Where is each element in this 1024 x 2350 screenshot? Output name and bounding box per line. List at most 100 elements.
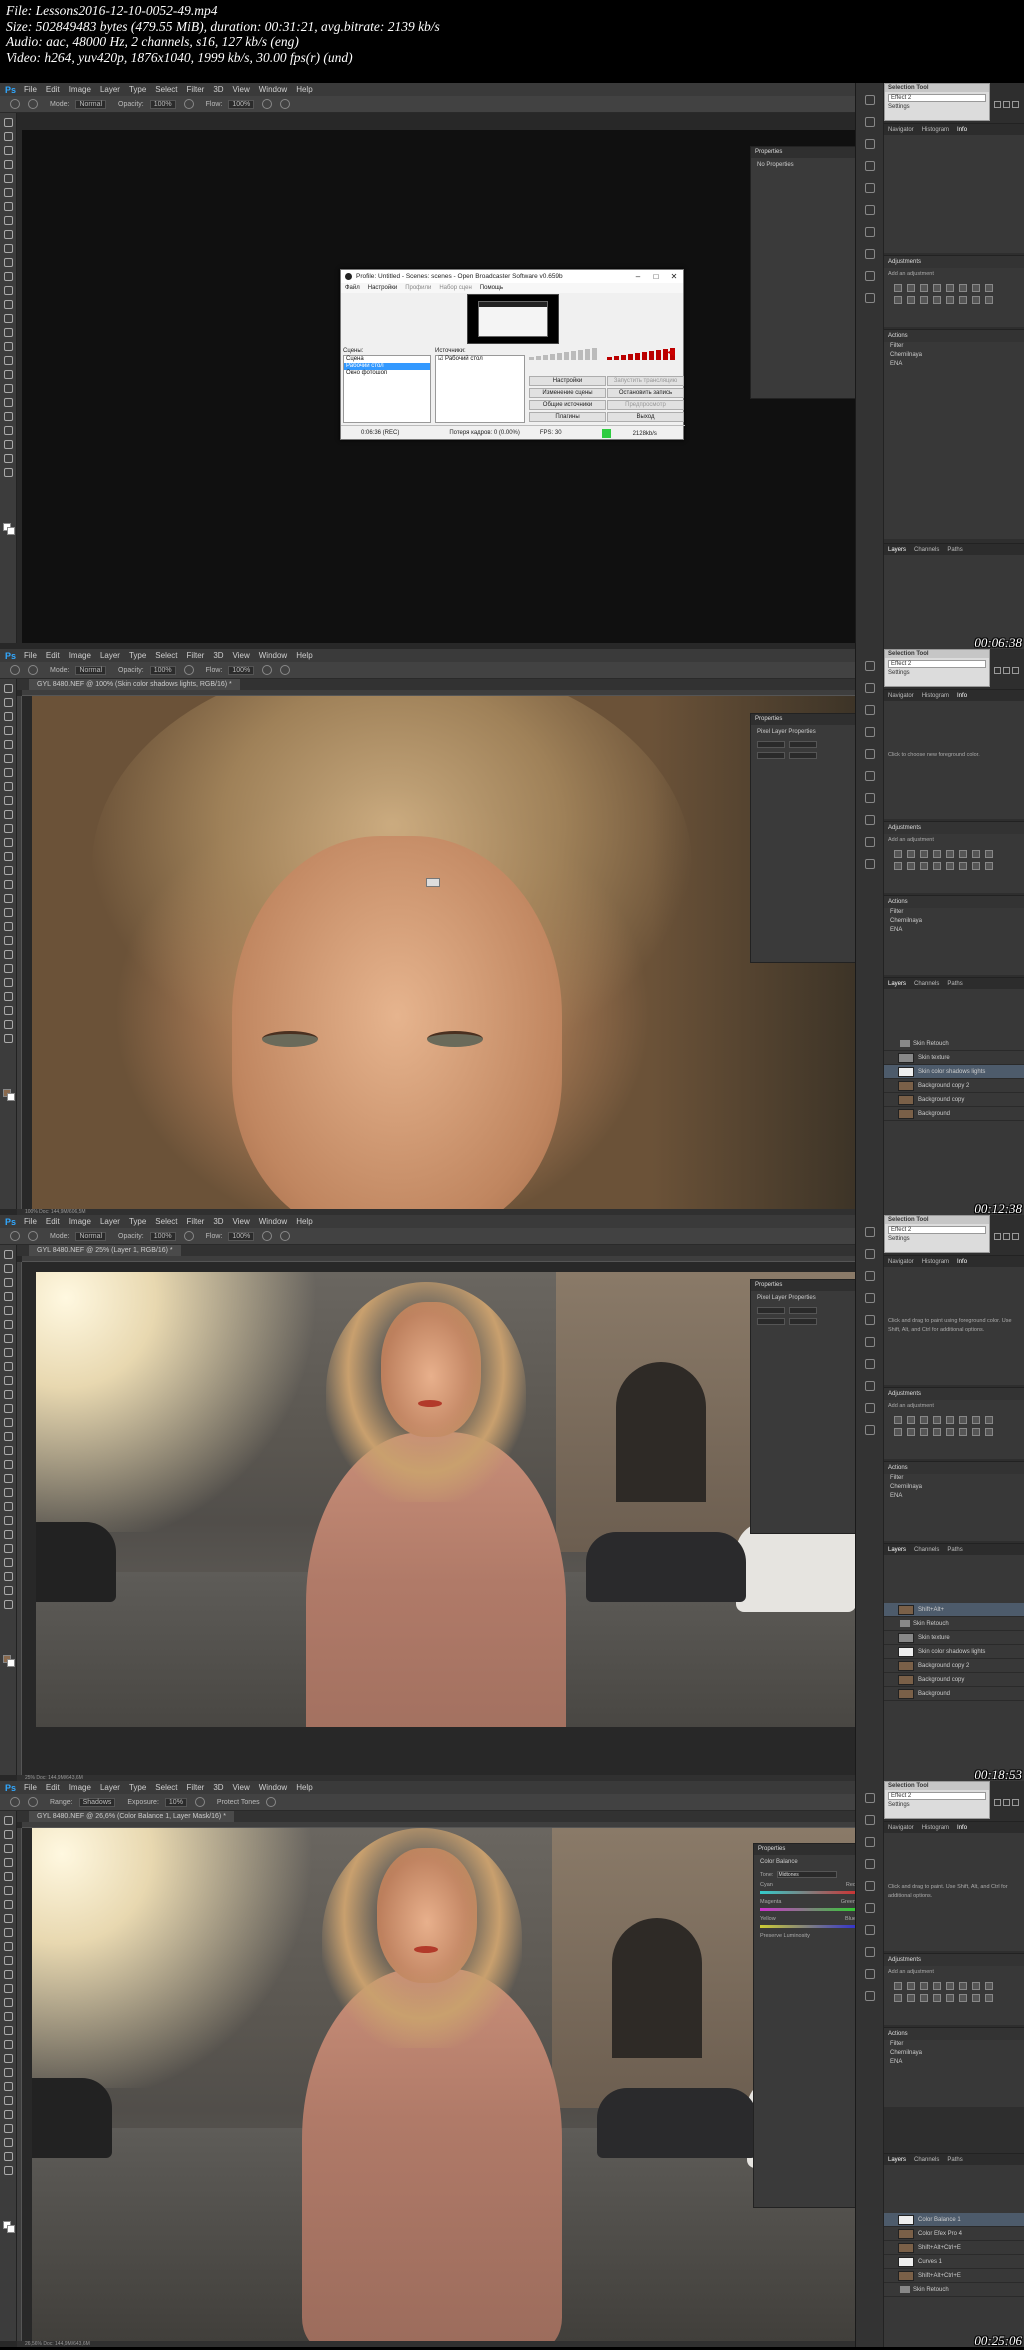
adjustment-icon[interactable] [972, 284, 980, 292]
tool-icon[interactable] [3, 950, 13, 959]
canvas-area[interactable] [22, 1262, 867, 1775]
menu-item-type[interactable]: Type [129, 1217, 146, 1226]
adjustment-icon[interactable] [959, 1416, 967, 1424]
adjustment-icon[interactable] [946, 862, 954, 870]
tool-icon[interactable] [3, 1446, 13, 1455]
panel-toggle-icon[interactable] [864, 727, 875, 737]
tool-icon[interactable] [3, 1418, 13, 1427]
menu-item-file[interactable]: File [24, 1783, 37, 1792]
panel-toggle-icon[interactable] [864, 683, 875, 693]
panel-toggle-icon[interactable] [864, 793, 875, 803]
tool-icon[interactable] [3, 2096, 13, 2105]
menu-item-window[interactable]: Window [259, 651, 287, 660]
tool-icon[interactable] [3, 188, 13, 197]
adjustment-icon[interactable] [894, 1994, 902, 2002]
tool-icon[interactable] [3, 1250, 13, 1259]
adjustment-icon[interactable] [985, 1982, 993, 1990]
tool-icon[interactable] [3, 1572, 13, 1581]
menu-item-3d[interactable]: 3D [213, 1217, 223, 1226]
prop-input[interactable] [757, 1307, 785, 1314]
protect-tones-checkbox[interactable]: Protect Tones [217, 1799, 260, 1806]
tool-icon[interactable] [3, 740, 13, 749]
menu-item-image[interactable]: Image [69, 85, 91, 94]
menu-item-view[interactable]: View [233, 85, 250, 94]
tool-icon[interactable] [3, 160, 13, 169]
workspace-icon[interactable] [994, 1233, 1001, 1240]
adjustment-icon[interactable] [985, 284, 993, 292]
menu-item-help[interactable]: Help [296, 651, 312, 660]
tab-channels[interactable]: Channels [914, 981, 939, 987]
tool-icon[interactable] [3, 1816, 13, 1825]
layer-row[interactable]: Skin Retouch [884, 1037, 1024, 1051]
tab-navigator[interactable]: Navigator [888, 1259, 914, 1265]
layer-row[interactable]: Color Efex Pro 4 [884, 2227, 1024, 2241]
canvas-area[interactable] [22, 696, 867, 1209]
tool-preset-icon[interactable] [10, 1231, 20, 1241]
panel-toggle-icon[interactable] [864, 1403, 875, 1413]
tool-icon[interactable] [3, 964, 13, 973]
tool-icon[interactable] [3, 1362, 13, 1371]
adjustment-icon[interactable] [959, 862, 967, 870]
tab-histogram[interactable]: Histogram [922, 693, 949, 699]
adjustment-icon[interactable] [985, 862, 993, 870]
menu-item-window[interactable]: Window [259, 85, 287, 94]
layer-row[interactable]: Skin color shadows lights [884, 1645, 1024, 1659]
pressure-size-icon[interactable] [280, 665, 291, 675]
menu-item-edit[interactable]: Edit [46, 85, 60, 94]
panel-toggle-icon[interactable] [864, 1837, 875, 1847]
adjustment-icon[interactable] [894, 284, 902, 292]
adjustment-icon[interactable] [933, 850, 941, 858]
menu-item-window[interactable]: Window [259, 1783, 287, 1792]
panel-toggle-icon[interactable] [864, 1991, 875, 2001]
workspace-icon[interactable] [1003, 1799, 1010, 1806]
tool-icon[interactable] [3, 468, 13, 477]
adjustment-icon[interactable] [946, 1994, 954, 2002]
adjustment-icon[interactable] [959, 850, 967, 858]
tab-navigator[interactable]: Navigator [888, 127, 914, 133]
layer-row[interactable]: Background [884, 1687, 1024, 1701]
tool-preset-icon[interactable] [10, 665, 20, 675]
tool-icon[interactable] [3, 978, 13, 987]
tool-icon[interactable] [3, 412, 13, 421]
adjustment-icon[interactable] [933, 1416, 941, 1424]
layer-row[interactable]: Skin Retouch [884, 1617, 1024, 1631]
opacity-field[interactable]: 100% [149, 99, 176, 109]
layer-row[interactable]: Background [884, 1107, 1024, 1121]
selection-tool-settings[interactable]: Settings [888, 1802, 986, 1808]
panel-toggle-icon[interactable] [864, 1793, 875, 1803]
panel-toggle-icon[interactable] [864, 749, 875, 759]
panel-toggle-icon[interactable] [864, 1315, 875, 1325]
panel-toggle-icon[interactable] [864, 1271, 875, 1281]
scene-item[interactable]: Окно фотошоп [344, 370, 430, 377]
tool-icon[interactable] [3, 314, 13, 323]
adjustment-icon[interactable] [959, 1428, 967, 1436]
tool-icon[interactable] [3, 2012, 13, 2021]
menu-item-layer[interactable]: Layer [100, 1783, 120, 1792]
tab-channels[interactable]: Channels [914, 2157, 939, 2163]
menu-item-layer[interactable]: Layer [100, 1217, 120, 1226]
scene-item[interactable]: Сцена [344, 356, 430, 363]
tab-histogram[interactable]: Histogram [922, 127, 949, 133]
menu-item-file[interactable]: File [24, 1217, 37, 1226]
adjustment-icon[interactable] [985, 1428, 993, 1436]
tab-histogram[interactable]: Histogram [922, 1825, 949, 1831]
tool-icon[interactable] [3, 342, 13, 351]
brush-preset-icon[interactable] [28, 99, 38, 109]
tone-select[interactable]: Midtones [777, 1871, 838, 1878]
adjustment-icon[interactable] [907, 1428, 915, 1436]
tool-icon[interactable] [3, 1984, 13, 1993]
preserve-luminosity-checkbox[interactable]: Preserve Luminosity [754, 1931, 862, 1941]
adjustment-icon[interactable] [972, 862, 980, 870]
adjustment-icon[interactable] [972, 1994, 980, 2002]
panel-toggle-icon[interactable] [864, 1381, 875, 1391]
tool-icon[interactable] [3, 356, 13, 365]
tool-icon[interactable] [3, 146, 13, 155]
adjustment-icon[interactable] [894, 850, 902, 858]
panel-toggle-icon[interactable] [864, 1815, 875, 1825]
tool-icon[interactable] [3, 230, 13, 239]
balance-slider-magenta-green[interactable] [760, 1908, 856, 1911]
layer-row[interactable]: Shift+Alt+ [884, 1603, 1024, 1617]
tool-icon[interactable] [3, 132, 13, 141]
selection-tool-field[interactable]: Effect 2 [888, 1226, 986, 1234]
menu-item-file[interactable]: File [24, 651, 37, 660]
